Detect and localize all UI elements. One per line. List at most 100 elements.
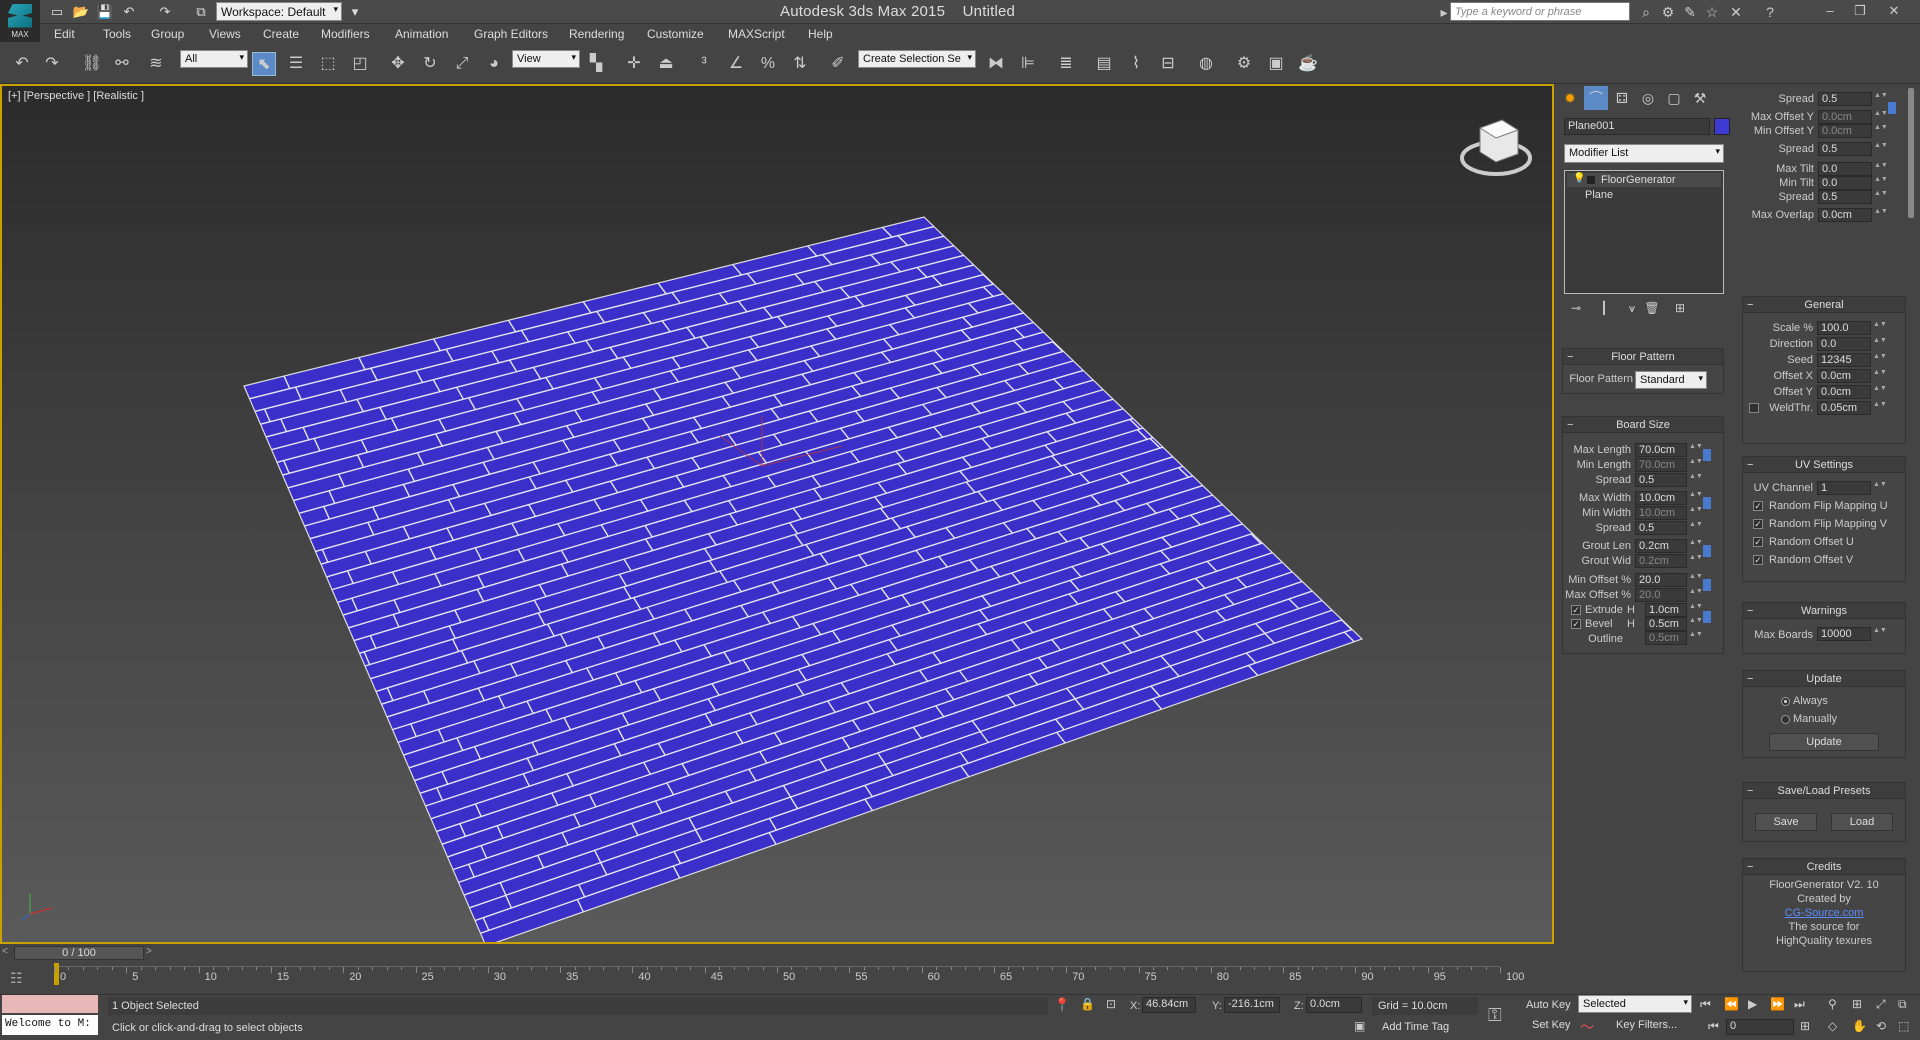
motion-tab-icon[interactable]: ◎ bbox=[1636, 86, 1660, 110]
board-size-field[interactable]: 0.2cm bbox=[1635, 554, 1687, 568]
set-key-icon[interactable]: ⚿ bbox=[1488, 1005, 1502, 1026]
timeline-next-icon[interactable]: > bbox=[146, 946, 152, 957]
uv-checkbox[interactable]: ✓ bbox=[1753, 537, 1763, 547]
stack-item-floorgenerator[interactable]: 💡 FloorGenerator bbox=[1567, 173, 1721, 187]
bevel-h-field[interactable]: 0.5cm bbox=[1645, 617, 1687, 631]
save-file-icon[interactable]: 💾 bbox=[96, 3, 114, 21]
y-coordinate-field[interactable]: -216.1cm bbox=[1224, 997, 1280, 1013]
key-selection-set-dropdown[interactable]: Selected bbox=[1578, 995, 1692, 1013]
expand-icon[interactable] bbox=[1587, 176, 1595, 184]
menu-animation[interactable]: Animation bbox=[395, 27, 448, 41]
max-boards-field[interactable]: 10000 bbox=[1817, 627, 1871, 641]
board-size-field[interactable]: 10.0cm bbox=[1635, 506, 1687, 520]
lock-ratio-icon[interactable] bbox=[1888, 102, 1896, 114]
floor-pattern-header[interactable]: Floor Pattern bbox=[1563, 349, 1723, 365]
spinner-icon[interactable]: ▲▼ bbox=[1689, 443, 1703, 457]
edit-named-selection-icon[interactable]: ✐ bbox=[826, 52, 850, 76]
spinner-icon[interactable]: ▲▼ bbox=[1873, 353, 1887, 367]
default-tangents-icon[interactable]: 〜 bbox=[1580, 1017, 1594, 1037]
load-preset-button[interactable]: Load bbox=[1831, 813, 1893, 831]
spinner-icon[interactable]: ▲▼ bbox=[1689, 491, 1703, 505]
board-size-field[interactable]: 20.0 bbox=[1635, 588, 1687, 602]
floor-plane[interactable] bbox=[243, 216, 1364, 942]
general-header[interactable]: General bbox=[1743, 297, 1905, 313]
orbit-icon[interactable]: ⟲ bbox=[1876, 1019, 1886, 1033]
extrude-checkbox[interactable]: ✓ bbox=[1571, 605, 1581, 615]
current-frame-field[interactable]: 0 bbox=[1726, 1019, 1794, 1035]
general-field[interactable]: 0.05cm bbox=[1817, 401, 1871, 415]
panel-scrollbar[interactable] bbox=[1908, 88, 1914, 218]
time-configuration-icon[interactable]: ⊞ bbox=[1800, 1019, 1810, 1033]
configure-sets-icon[interactable]: ⊞ bbox=[1668, 296, 1692, 320]
modify-tab-icon[interactable]: ⌒ bbox=[1584, 86, 1608, 110]
named-selection-set-dropdown[interactable]: Create Selection Se bbox=[858, 50, 976, 68]
board-size-field[interactable]: 0.5 bbox=[1635, 473, 1687, 487]
x-coordinate-field[interactable]: 46.84cm bbox=[1142, 997, 1196, 1013]
spinner-icon[interactable]: ▲▼ bbox=[1873, 337, 1887, 351]
spinner-icon[interactable]: ▲▼ bbox=[1689, 603, 1703, 617]
select-object-icon[interactable]: ⬉ bbox=[252, 52, 276, 76]
key-filters-button[interactable]: Key Filters... bbox=[1616, 1019, 1677, 1031]
viewcube-icon[interactable] bbox=[1460, 119, 1532, 176]
general-field[interactable]: 0.0cm bbox=[1817, 385, 1871, 399]
modifier-list-dropdown[interactable]: Modifier List bbox=[1564, 144, 1724, 163]
spinner-icon[interactable]: ▲▼ bbox=[1874, 124, 1888, 138]
general-field[interactable]: 12345 bbox=[1817, 353, 1871, 367]
binoculars-icon[interactable]: ⌕ bbox=[1636, 2, 1656, 22]
extrude-h-field[interactable]: 1.0cm bbox=[1645, 603, 1687, 617]
spinner-icon[interactable]: ▲▼ bbox=[1689, 588, 1703, 602]
undo-icon[interactable]: ↶ bbox=[10, 52, 34, 76]
spinner-icon[interactable]: ▲▼ bbox=[1874, 92, 1888, 106]
offset-field[interactable]: 0.5 bbox=[1818, 190, 1872, 204]
subscription-icon[interactable]: ⚙ bbox=[1658, 2, 1678, 22]
warnings-header[interactable]: Warnings bbox=[1743, 603, 1905, 619]
update-button[interactable]: Update bbox=[1769, 733, 1879, 751]
zoom-icon[interactable]: ⚲ bbox=[1828, 997, 1837, 1011]
render-setup-icon[interactable]: ⚙ bbox=[1232, 52, 1256, 76]
menu-group[interactable]: Group bbox=[151, 27, 184, 41]
uv-checkbox[interactable]: ✓ bbox=[1753, 501, 1763, 511]
always-radio[interactable] bbox=[1781, 697, 1790, 706]
menu-tools[interactable]: Tools bbox=[103, 27, 131, 41]
spinner-icon[interactable]: ▲▼ bbox=[1873, 627, 1887, 641]
offset-field[interactable]: 0.0cm bbox=[1818, 208, 1872, 222]
spinner-icon[interactable]: ▲▼ bbox=[1874, 142, 1888, 156]
auto-key-button[interactable]: Auto Key bbox=[1526, 999, 1571, 1011]
redo-quick-icon[interactable]: ↷ bbox=[156, 3, 174, 21]
remove-modifier-icon[interactable]: 🗑 bbox=[1640, 296, 1664, 320]
spinner-icon[interactable]: ▲▼ bbox=[1689, 617, 1703, 631]
spinner-icon[interactable]: ▲▼ bbox=[1874, 190, 1888, 204]
lock-ratio-icon[interactable] bbox=[1703, 611, 1711, 623]
general-field[interactable]: 100.0 bbox=[1817, 321, 1871, 335]
uv-settings-header[interactable]: UV Settings bbox=[1743, 457, 1905, 473]
close-icon[interactable]: ✕ bbox=[1880, 1, 1908, 21]
offset-field[interactable]: 0.0 bbox=[1818, 162, 1872, 176]
x-icon[interactable]: ✕ bbox=[1726, 2, 1746, 22]
lightbulb-icon[interactable]: 💡 bbox=[1573, 173, 1585, 184]
menu-rendering[interactable]: Rendering bbox=[569, 27, 624, 41]
lock-ratio-icon[interactable] bbox=[1703, 449, 1711, 461]
rotate-icon[interactable]: ↻ bbox=[418, 52, 442, 76]
time-slider[interactable]: 0 / 100 bbox=[14, 946, 144, 960]
display-tab-icon[interactable]: ▢ bbox=[1662, 86, 1686, 110]
new-file-icon[interactable]: ▭ bbox=[48, 3, 66, 21]
maxscript-listener[interactable]: Welcome to M: bbox=[2, 1015, 98, 1035]
open-file-icon[interactable]: 📂 bbox=[72, 3, 90, 21]
restore-icon[interactable]: ❐ bbox=[1846, 1, 1874, 21]
isolate-selection-icon[interactable]: 📍 bbox=[1054, 997, 1070, 1013]
board-size-field[interactable]: 0.2cm bbox=[1635, 539, 1687, 553]
favorites-star-icon[interactable]: ☆ bbox=[1702, 2, 1722, 22]
menu-create[interactable]: Create bbox=[263, 27, 299, 41]
spinner-icon[interactable]: ▲▼ bbox=[1689, 473, 1703, 487]
credits-link[interactable]: CG-Source.com bbox=[1743, 907, 1905, 919]
pin-stack-icon[interactable]: ⊸ bbox=[1564, 296, 1588, 320]
scale-icon[interactable]: ⤢ bbox=[450, 52, 474, 76]
spinner-icon[interactable]: ▲▼ bbox=[1689, 631, 1703, 645]
rectangular-selection-icon[interactable]: ⬚ bbox=[316, 52, 340, 76]
spinner-icon[interactable]: ▲▼ bbox=[1874, 208, 1888, 222]
object-name-field[interactable]: Plane001 bbox=[1564, 118, 1710, 135]
selection-lock-icon[interactable]: 🔒 bbox=[1080, 997, 1095, 1011]
spinner-icon[interactable]: ▲▼ bbox=[1874, 110, 1888, 124]
move-icon[interactable]: ✥ bbox=[386, 52, 410, 76]
stack-item-plane[interactable]: Plane bbox=[1585, 189, 1613, 201]
